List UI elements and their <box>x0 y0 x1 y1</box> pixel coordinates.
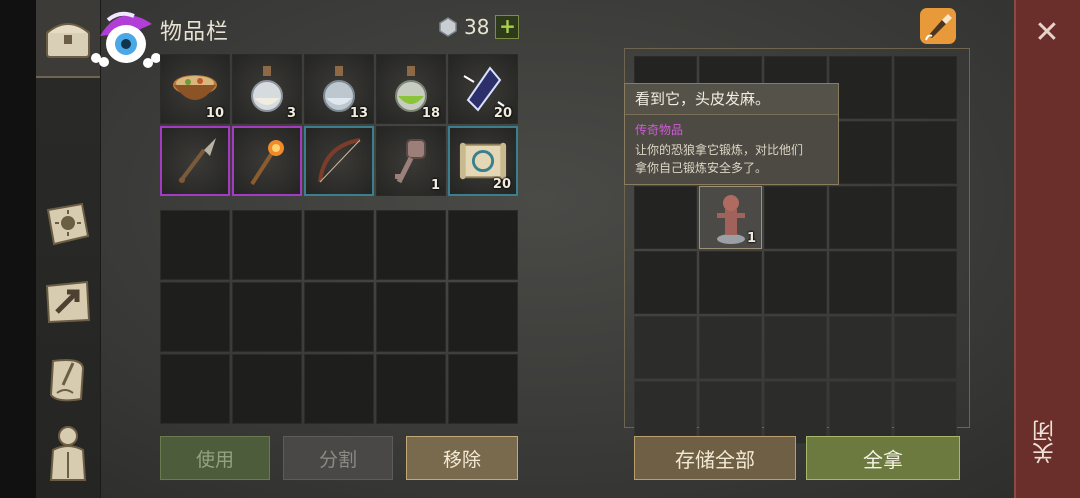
fire-staff-icon <box>242 136 292 186</box>
inventory-slot[interactable]: 3 <box>232 54 302 124</box>
inventory-slot[interactable]: 18 <box>376 54 446 124</box>
tooltip-description-1: 让你的恐狼拿它锻炼，对比他们 <box>635 143 804 157</box>
inventory-slot[interactable]: 20 <box>448 54 518 124</box>
inventory-slot[interactable] <box>232 210 302 280</box>
container-slot[interactable] <box>829 251 892 314</box>
container-slot[interactable] <box>634 251 697 314</box>
item-quantity: 13 <box>349 106 368 121</box>
inventory-slot[interactable] <box>376 282 446 352</box>
inventory-slot[interactable] <box>304 210 374 280</box>
close-icon[interactable]: ✕ <box>1032 18 1062 48</box>
sun-book-icon[interactable] <box>40 196 96 252</box>
inventory-slot[interactable] <box>232 354 302 424</box>
container-slot[interactable] <box>764 381 827 444</box>
map-scroll-icon[interactable] <box>40 352 96 408</box>
screen-edge <box>0 0 36 498</box>
container-slot[interactable] <box>634 316 697 379</box>
potion-white-icon <box>241 63 293 115</box>
inventory-slot[interactable] <box>376 354 446 424</box>
crafting-icon[interactable] <box>40 274 96 330</box>
item-quantity: 3 <box>286 106 296 121</box>
inventory-slot[interactable] <box>376 210 446 280</box>
use-button[interactable]: 使用 <box>160 436 270 480</box>
inventory-slot[interactable] <box>304 354 374 424</box>
inventory-slot[interactable] <box>448 282 518 352</box>
take-all-button[interactable]: 全拿 <box>806 436 960 480</box>
inventory-slot[interactable]: 10 <box>160 54 230 124</box>
chest-icon[interactable] <box>40 10 96 66</box>
container-slot[interactable] <box>764 186 827 249</box>
inventory-slot[interactable] <box>160 126 230 196</box>
item-quantity: 20 <box>492 177 511 192</box>
item-quantity: 18 <box>421 106 440 121</box>
container-slot[interactable] <box>894 56 957 119</box>
item-quantity: 10 <box>205 106 224 121</box>
inventory-slot[interactable] <box>304 282 374 352</box>
page-title: 物品栏 <box>160 20 230 45</box>
inventory-slot[interactable] <box>448 210 518 280</box>
container-slot[interactable]: 1 <box>699 186 762 249</box>
item-quantity: 1 <box>746 231 756 246</box>
inventory-slot[interactable] <box>160 282 230 352</box>
tooltip-description-2: 拿你自己锻炼安全多了。 <box>635 161 768 175</box>
inventory-slot[interactable] <box>232 282 302 352</box>
inventory-slot[interactable]: 20 <box>448 126 518 196</box>
character-icon[interactable] <box>40 426 96 482</box>
container-slot[interactable] <box>764 316 827 379</box>
spear-icon <box>170 136 220 186</box>
split-button[interactable]: 分割 <box>283 436 393 480</box>
item-tooltip: 看到它，头皮发麻。 传奇物品 让你的恐狼拿它锻炼，对比他们 拿你自己锻炼安全多了… <box>624 83 839 185</box>
inventory-slot[interactable] <box>160 210 230 280</box>
inventory-slot[interactable]: 13 <box>304 54 374 124</box>
container-slot[interactable] <box>829 381 892 444</box>
inventory-slot[interactable] <box>304 126 374 196</box>
bow-icon <box>314 136 364 186</box>
tooltip-title: 看到它，头皮发麻。 <box>625 84 838 115</box>
tooltip-rarity: 传奇物品 <box>635 123 684 137</box>
gem-count: 38 <box>464 15 490 39</box>
container-slot[interactable] <box>699 381 762 444</box>
avatar <box>90 6 166 72</box>
inventory-slot[interactable]: 1 <box>376 126 446 196</box>
container-slot[interactable] <box>699 251 762 314</box>
container-slot[interactable] <box>829 316 892 379</box>
container-slot[interactable] <box>894 381 957 444</box>
add-gems-button[interactable]: + <box>495 15 520 39</box>
container-slot[interactable] <box>894 121 957 184</box>
inventory-slot[interactable] <box>448 354 518 424</box>
item-quantity: 20 <box>493 106 512 121</box>
container-slot[interactable] <box>894 251 957 314</box>
remove-button[interactable]: 移除 <box>406 436 518 480</box>
ornate-key-icon <box>385 135 437 187</box>
gem-counter: 38 + <box>438 15 520 39</box>
container-slot[interactable] <box>829 186 892 249</box>
container-slot[interactable] <box>894 186 957 249</box>
store-all-button[interactable]: 存储全部 <box>634 436 796 480</box>
inventory-slot[interactable] <box>160 354 230 424</box>
inventory-empty-grid <box>160 210 518 424</box>
item-quantity: 1 <box>430 178 440 193</box>
gem-icon <box>439 17 457 37</box>
paint-brush-icon[interactable] <box>918 6 958 46</box>
close-label[interactable]: 关闭 <box>1030 420 1064 464</box>
container-slot[interactable] <box>699 316 762 379</box>
inventory-slot[interactable] <box>232 126 302 196</box>
container-slot[interactable] <box>764 251 827 314</box>
container-slot[interactable] <box>634 186 697 249</box>
inventory-grid: 10 3 13 18 20 1 20 <box>160 54 518 196</box>
container-slot[interactable] <box>634 381 697 444</box>
container-slot[interactable] <box>894 316 957 379</box>
